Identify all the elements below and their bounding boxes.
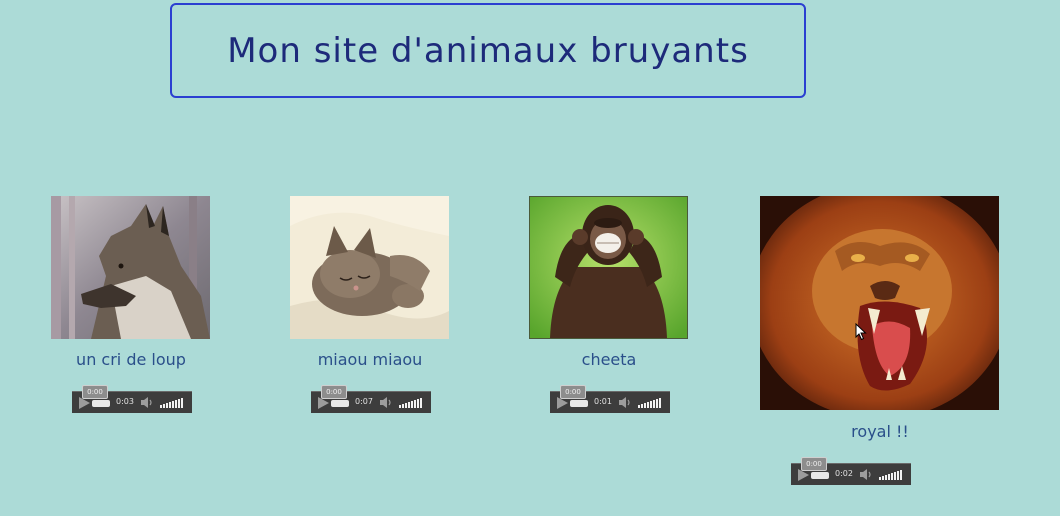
volume-icon[interactable] [859,468,873,481]
animal-card-chimp: cheeta 0:00 0:01 [529,196,689,416]
kitten-photo [290,196,449,339]
animal-card-wolf: un cri de loup 0:00 0:03 [51,196,211,416]
wolf-caption: un cri de loup [76,350,186,369]
animal-card-lion: royal !! 0:00 0:02 [760,196,1000,488]
audio-player-lion[interactable]: 0:00 0:02 [791,457,911,485]
play-icon[interactable] [798,469,809,481]
play-icon[interactable] [318,397,329,409]
volume-icon[interactable] [140,396,154,409]
animal-card-kitten: miaou miaou 0:00 0:07 [290,196,450,416]
duration-label: 0:01 [594,397,612,406]
duration-label: 0:07 [355,397,373,406]
volume-icon[interactable] [618,396,632,409]
audio-player-wolf[interactable]: 0:00 0:03 [72,385,192,413]
audio-player-kitten[interactable]: 0:00 0:07 [311,385,431,413]
volume-slider[interactable] [879,470,902,480]
progress-track[interactable] [570,400,588,407]
volume-slider[interactable] [399,398,422,408]
wolf-photo [51,196,210,339]
title-box: Mon site d'animaux bruyants [170,3,806,98]
play-icon[interactable] [557,397,568,409]
page-title: Mon site d'animaux bruyants [227,30,749,71]
progress-track[interactable] [331,400,349,407]
kitten-caption: miaou miaou [317,350,423,369]
duration-label: 0:03 [116,397,134,406]
mouse-cursor-icon [855,323,867,341]
volume-slider[interactable] [160,398,183,408]
progress-track[interactable] [92,400,110,407]
volume-slider[interactable] [638,398,661,408]
volume-icon[interactable] [379,396,393,409]
chimp-photo [529,196,688,339]
play-icon[interactable] [79,397,90,409]
audio-player-chimp[interactable]: 0:00 0:01 [550,385,670,413]
chimp-caption: cheeta [581,350,637,369]
progress-track[interactable] [811,472,829,479]
lion-photo [760,196,999,410]
duration-label: 0:02 [835,469,853,478]
lion-caption: royal !! [851,422,909,441]
